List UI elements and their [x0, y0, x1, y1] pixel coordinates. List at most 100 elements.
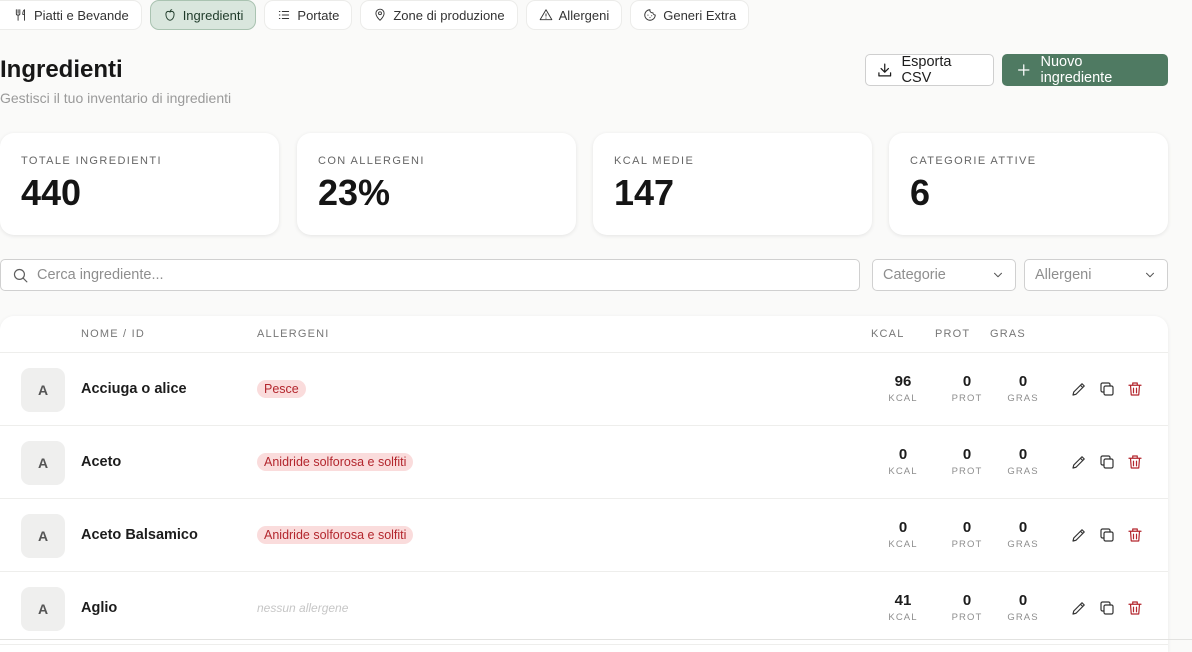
tab-label: Portate [297, 7, 340, 23]
copy-icon [1100, 601, 1114, 615]
kcal-value: 0 KCAL [888, 446, 918, 477]
gras-value: 0 GRAS [1007, 446, 1039, 477]
edit-button[interactable] [1070, 380, 1088, 398]
prot-value: 0 PROT [951, 373, 983, 404]
delete-button[interactable] [1126, 453, 1144, 471]
pencil-icon [1072, 383, 1085, 396]
allergen-badge: Anidride solforosa e solfiti [257, 526, 414, 544]
ingredient-name: Aglio [81, 600, 118, 616]
duplicate-button[interactable] [1098, 453, 1116, 471]
no-allergen-text: nessun allergene [257, 601, 349, 615]
avatar: A [21, 441, 65, 485]
divider [0, 639, 1192, 640]
column-header-prot: PROT [935, 328, 971, 340]
stat-value: 440 [21, 172, 82, 213]
stat-card-allergens: CON ALLERGENI 23% [297, 133, 576, 235]
category-select-value: Categorie [883, 267, 946, 283]
export-csv-button[interactable]: Esporta CSV [865, 54, 994, 86]
stat-label: KCAL MEDIE [614, 155, 695, 167]
new-ingredient-button[interactable]: Nuovo ingrediente [1002, 54, 1168, 86]
map-pin-icon [375, 8, 385, 21]
stat-label: TOTALE INGREDIENTI [21, 155, 162, 167]
stat-value: 23% [318, 172, 391, 213]
tab-label: Zone di produzione [393, 7, 505, 23]
gras-value: 0 GRAS [1007, 373, 1039, 404]
chevron-down-icon [1145, 272, 1155, 278]
tab-portate[interactable]: Portate [264, 0, 353, 30]
edit-button[interactable] [1070, 599, 1088, 617]
table-row[interactable]: A Aceto Balsamico Anidride solforosa e s… [0, 499, 1168, 572]
avatar: A [21, 514, 65, 558]
tab-ingredienti[interactable]: Ingredienti [149, 0, 257, 30]
prot-value: 0 PROT [951, 446, 983, 477]
copy-icon [1100, 455, 1114, 469]
edit-button[interactable] [1070, 453, 1088, 471]
pencil-icon [1072, 456, 1085, 469]
trash-icon [1128, 455, 1142, 469]
column-header-kcal: KCAL [871, 328, 905, 340]
table-row[interactable]: A Aceto Anidride solforosa e solfiti 0 KC… [0, 426, 1168, 499]
delete-button[interactable] [1126, 599, 1144, 617]
gras-value: 0 GRAS [1007, 519, 1039, 550]
allergen-select-value: Allergeni [1035, 267, 1092, 283]
utensils-icon [15, 9, 25, 21]
allergen-select[interactable]: Allergeni [1024, 259, 1168, 291]
page-subtitle: Gestisci il tuo inventario di ingredient… [0, 90, 232, 106]
export-csv-label: Esporta CSV [901, 54, 952, 86]
stat-card-kcal: KCAL MEDIE 147 [593, 133, 872, 235]
allergen-badge: Anidride solforosa e solfiti [257, 453, 414, 471]
ingredient-name: Aceto Balsamico [81, 527, 198, 543]
column-header-allergens: ALLERGENI [257, 328, 330, 340]
prot-value: 0 PROT [951, 519, 983, 550]
trash-icon [1128, 382, 1142, 396]
table-row[interactable]: A Acciuga o alice Pesce 96 KCAL 0 PROT 0 GR… [0, 353, 1168, 426]
stat-value: 6 [910, 172, 931, 213]
kcal-value: 0 KCAL [888, 519, 918, 550]
stat-card-categories: CATEGORIE ATTIVE 6 [889, 133, 1168, 235]
avatar: A [21, 587, 65, 631]
kcal-value: 96 KCAL [888, 373, 918, 404]
ingredients-table: NOME / ID ALLERGENI KCAL PROT GRAS A Acc… [0, 316, 1168, 652]
stat-card-total: TOTALE INGREDIENTI 440 [0, 133, 279, 235]
category-select[interactable]: Categorie [872, 259, 1016, 291]
duplicate-button[interactable] [1098, 599, 1116, 617]
delete-button[interactable] [1126, 526, 1144, 544]
column-header-gras: GRAS [990, 328, 1026, 340]
copy-icon [1100, 528, 1114, 542]
tab-label: Allergeni [558, 7, 610, 23]
stat-value: 147 [614, 172, 675, 213]
duplicate-button[interactable] [1098, 526, 1116, 544]
stat-label: CON ALLERGENI [318, 155, 425, 167]
new-ingredient-label: Nuovo ingrediente [1040, 54, 1113, 86]
tab-allergeni[interactable]: Allergeni [525, 0, 623, 30]
search-input[interactable] [37, 267, 817, 283]
chevron-down-icon [993, 272, 1003, 278]
warning-icon [539, 9, 552, 21]
trash-icon [1128, 601, 1142, 615]
prot-value: 0 PROT [951, 592, 983, 623]
duplicate-button[interactable] [1098, 380, 1116, 398]
trash-icon [1128, 528, 1142, 542]
ingredient-name: Acciuga o alice [81, 381, 187, 397]
copy-icon [1100, 382, 1114, 396]
download-icon [878, 63, 892, 77]
table-header: NOME / ID ALLERGENI KCAL PROT GRAS [0, 316, 1168, 353]
list-icon [279, 11, 290, 19]
edit-button[interactable] [1070, 526, 1088, 544]
column-header-name: NOME / ID [81, 328, 145, 340]
gras-value: 0 GRAS [1007, 592, 1039, 623]
stat-label: CATEGORIE ATTIVE [910, 155, 1037, 167]
tab-piatti-bevande[interactable]: Piatti e Bevande [0, 0, 142, 30]
tab-zone-produzione[interactable]: Zone di produzione [360, 0, 518, 30]
plus-icon [1018, 64, 1030, 76]
page-title: Ingredienti [0, 56, 123, 83]
tab-label: Ingredienti [182, 7, 244, 23]
allergen-badge: Pesce [257, 380, 306, 398]
delete-button[interactable] [1126, 380, 1144, 398]
tab-label: Piatti e Bevande [34, 7, 129, 23]
table-row[interactable]: A Aglio nessun allergene 41 KCAL 0 PROT 0G… [0, 572, 1168, 645]
apple-icon [165, 9, 175, 21]
tab-generi-extra[interactable]: Generi Extra [630, 0, 750, 30]
search-icon [13, 268, 28, 282]
kcal-value: 41 KCAL [888, 592, 918, 623]
